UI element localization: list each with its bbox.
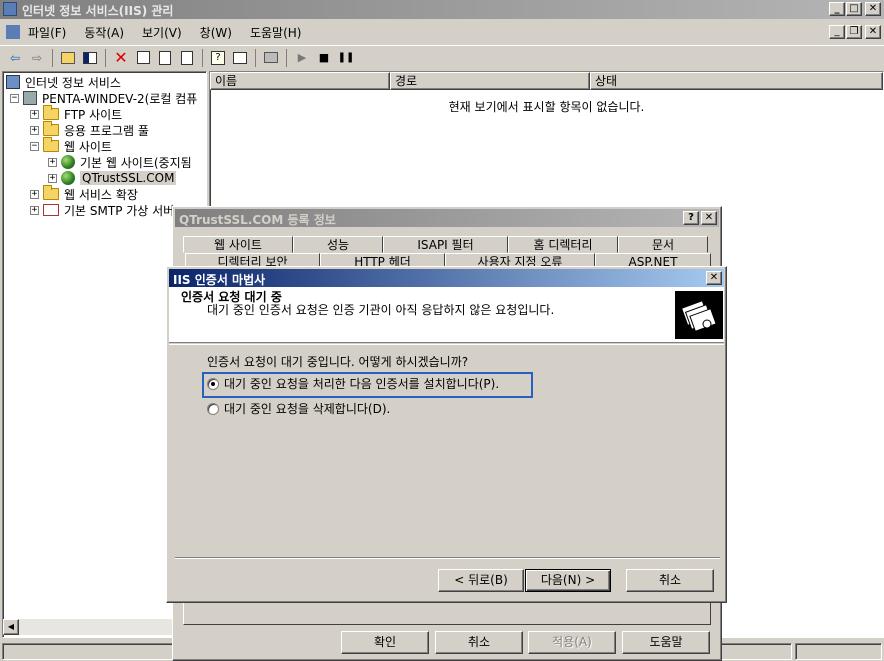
list-header: 이름 경로 상태 [210, 72, 883, 90]
refresh-icon[interactable] [154, 47, 176, 69]
certificate-wizard: IIS 인증서 마법사 ✕ 인증서 요청 대기 중 대기 중인 인증서 요청은 … [166, 266, 727, 603]
expand-icon[interactable]: + [30, 109, 39, 119]
tab-documents[interactable]: 문서 [618, 236, 708, 253]
main-title-bar[interactable]: 인터넷 정보 서비스(IIS) 관리 _ □ ✕ [0, 0, 884, 19]
tree-qtrust-site[interactable]: + QTrustSSL.COM [48, 170, 177, 186]
wizard-header-panel: 인증서 요청 대기 중 대기 중인 인증서 요청은 인증 기관이 아직 응답하지… [169, 287, 724, 343]
empty-list-message: 현재 보기에서 표시할 항목이 없습니다. [448, 100, 645, 114]
up-folder-icon[interactable] [57, 47, 79, 69]
menu-view[interactable]: 보기(V) [142, 24, 182, 41]
iis-icon [6, 75, 20, 89]
menu-window[interactable]: 창(W) [200, 24, 232, 41]
help-icon[interactable]: ? [207, 47, 229, 69]
export-list-icon[interactable] [176, 47, 198, 69]
tab-home-directory[interactable]: 홈 디렉터리 [508, 236, 618, 253]
properties-icon[interactable] [132, 47, 154, 69]
app-icon [3, 2, 17, 16]
tree-root[interactable]: 인터넷 정보 서비스 [6, 74, 121, 90]
tree-web-sites[interactable]: − 웹 사이트 [30, 137, 112, 154]
mdi-restore-button[interactable]: ❐ [846, 25, 862, 39]
tab-isapi-filters[interactable]: ISAPI 필터 [383, 236, 508, 253]
wizard-question: 인증서 요청이 대기 중입니다. 어떻게 하시겠습니까? [207, 355, 469, 369]
stop-icon[interactable]: ■ [313, 47, 335, 69]
next-button[interactable]: 다음(N) > [525, 569, 611, 592]
expand-icon[interactable]: + [30, 189, 39, 199]
tree-smtp[interactable]: + 기본 SMTP 가상 서버 [30, 202, 174, 218]
option-delete-label: 대기 중인 요청을 삭제합니다(D). [224, 402, 391, 416]
window-title: 인터넷 정보 서비스(IIS) 관리 [22, 4, 174, 18]
collapse-icon[interactable]: − [10, 93, 19, 103]
menu-file[interactable]: 파일(F) [28, 24, 66, 41]
computer-icon[interactable] [260, 47, 282, 69]
wizard-separator [169, 344, 724, 345]
expand-icon[interactable]: + [30, 125, 39, 135]
properties-title: QTrustSSL.COM 등록 정보 [179, 213, 336, 227]
toolbar: ⇦ ⇨ ✕ ? ▶ ■ ❚❚ [0, 45, 884, 69]
radio-delete[interactable] [207, 402, 219, 415]
wizard-cancel-button[interactable]: 취소 [626, 569, 714, 592]
folder-icon [43, 121, 59, 136]
properties-cancel-button[interactable]: 취소 [435, 631, 523, 654]
globe-icon [61, 171, 75, 185]
menu-help[interactable]: 도움말(H) [250, 24, 302, 41]
option-delete-request[interactable]: 대기 중인 요청을 삭제합니다(D). [207, 400, 390, 417]
focus-highlight [202, 372, 533, 398]
wizard-footer-line [175, 557, 720, 559]
show-tree-icon[interactable] [79, 47, 101, 69]
properties-help-text-button[interactable]: 도움말 [622, 631, 710, 654]
collapse-icon[interactable]: − [30, 141, 39, 151]
status-panel-secondary [795, 643, 882, 660]
wizard-description: 대기 중인 인증서 요청은 인증 기관이 아직 응답하지 않은 요청입니다. [207, 303, 555, 317]
snapin-help-icon[interactable] [229, 47, 251, 69]
tab-web-site[interactable]: 웹 사이트 [183, 236, 293, 253]
tree-web-extensions[interactable]: + 웹 서비스 확장 [30, 185, 138, 202]
smtp-icon [43, 204, 59, 216]
wizard-title-bar[interactable]: IIS 인증서 마법사 ✕ [169, 269, 724, 287]
server-icon [23, 91, 37, 105]
mdi-minimize-button[interactable]: _ [829, 25, 845, 39]
maximize-button[interactable]: □ [846, 2, 862, 16]
expand-icon[interactable]: + [48, 157, 57, 167]
close-button[interactable]: ✕ [865, 2, 881, 16]
column-status[interactable]: 상태 [590, 72, 883, 90]
back-arrow-icon[interactable]: ⇦ [4, 47, 26, 69]
wizard-title: IIS 인증서 마법사 [173, 273, 266, 287]
properties-help-button[interactable]: ? [683, 211, 699, 225]
minimize-button[interactable]: _ [829, 2, 845, 16]
tree-default-site[interactable]: + 기본 웹 사이트(중지됨 [48, 154, 192, 170]
mdi-close-button[interactable]: ✕ [865, 25, 881, 39]
properties-close-button[interactable]: ✕ [701, 211, 717, 225]
scroll-left-button[interactable]: ◀ [3, 619, 19, 635]
column-path[interactable]: 경로 [390, 72, 590, 90]
tree-app-pools[interactable]: + 응용 프로그램 풀 [30, 121, 149, 138]
tab-performance[interactable]: 성능 [293, 236, 383, 253]
tree-ftp-sites[interactable]: + FTP 사이트 [30, 105, 122, 122]
delete-icon[interactable]: ✕ [110, 47, 132, 69]
apply-button[interactable]: 적용(A) [528, 631, 616, 654]
column-name[interactable]: 이름 [210, 72, 390, 90]
folder-icon [43, 137, 59, 152]
folder-icon [43, 185, 59, 200]
expand-icon[interactable]: + [48, 173, 57, 183]
properties-title-bar[interactable]: QTrustSSL.COM 등록 정보 ? ✕ [175, 209, 719, 227]
certificate-icon [675, 291, 723, 339]
tree-server[interactable]: − PENTA-WINDEV-2(로컬 컴퓨 [10, 90, 197, 106]
mdi-icon [6, 25, 20, 39]
ok-button[interactable]: 확인 [341, 631, 429, 654]
pause-icon[interactable]: ❚❚ [335, 47, 357, 69]
forward-arrow-icon[interactable]: ⇨ [26, 47, 48, 69]
back-button[interactable]: < 뒤로(B) [438, 569, 524, 592]
play-icon[interactable]: ▶ [291, 47, 313, 69]
menu-action[interactable]: 동작(A) [84, 24, 124, 41]
expand-icon[interactable]: + [30, 205, 39, 215]
folder-icon [43, 105, 59, 120]
menu-bar: 파일(F) 동작(A) 보기(V) 창(W) 도움말(H) [0, 22, 884, 42]
stopped-site-icon [61, 155, 75, 169]
wizard-close-button[interactable]: ✕ [706, 271, 722, 285]
